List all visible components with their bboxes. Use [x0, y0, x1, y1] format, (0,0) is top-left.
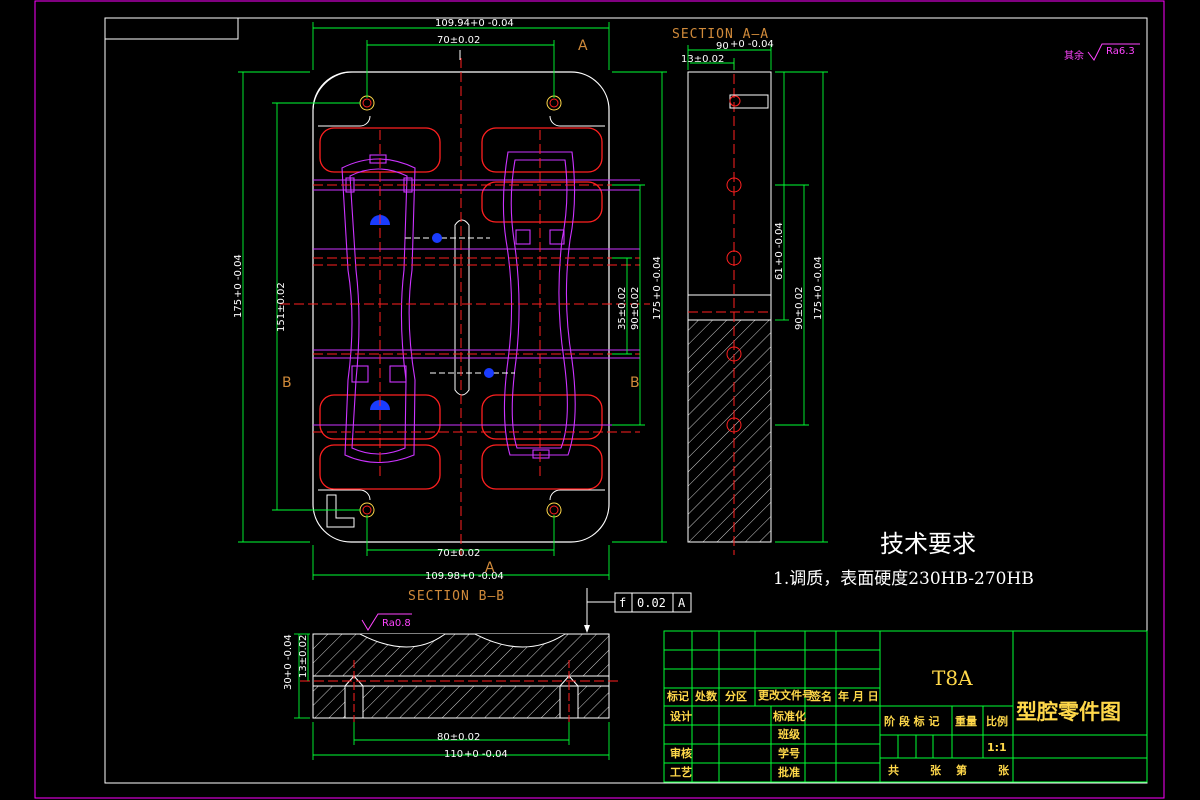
dim-top-width: 109.94 — [435, 18, 470, 29]
l-mark — [326, 494, 355, 528]
tb-sheet-no: 第 — [956, 763, 967, 777]
dim-right-90: 90±0.02 — [630, 287, 641, 330]
tb-stage-mark: 阶 段 标 记 — [884, 714, 940, 728]
gate-icon — [370, 215, 494, 410]
dim-aa-61: 61 — [774, 267, 785, 280]
label-b-left: B — [282, 375, 292, 391]
dim-bottom-70: 70±0.02 — [437, 548, 480, 559]
dim-aa-13: 13±0.02 — [681, 54, 724, 65]
label-a-bottom: A — [485, 560, 495, 576]
svg-text:Ra0.8: Ra0.8 — [382, 618, 411, 629]
dim-bb-30-tol: +0 -0.04 — [283, 634, 294, 678]
tb-weight: 重量 — [955, 714, 977, 728]
dim-aa-90-tol: +0 -0.04 — [730, 39, 774, 50]
plan-dimensions — [238, 22, 667, 580]
dim-aa-61-tol: +0 -0.04 — [774, 222, 785, 266]
dim-bb-110-tol: +0 -0.04 — [464, 749, 508, 760]
dim-bb-30: 30 — [283, 677, 294, 690]
dim-top-width-tol: +0 -0.04 — [470, 18, 514, 29]
dim-bb-13: 13±0.02 — [298, 635, 309, 678]
dim-right-175-tol: +0 -0.04 — [652, 256, 663, 300]
dim-top-70: 70±0.02 — [437, 35, 480, 46]
svg-text:其余: 其余 — [1064, 49, 1084, 62]
tech-req-title: 技术要求 — [880, 530, 976, 558]
tb-mark: 标记 — [666, 689, 689, 703]
roughness-symbol: 其余 Ra6.3 — [1064, 43, 1140, 62]
tb-approve: 批准 — [778, 765, 800, 779]
runner — [454, 219, 470, 396]
cad-drawing: 109.94 +0 -0.04 70±0.02 70±0.02 109.98 +… — [34, 0, 1165, 799]
dim-aa-90b: 90±0.02 — [794, 287, 805, 330]
dim-aa-175: 175 — [813, 301, 824, 320]
dim-aa-90: 90 — [716, 41, 729, 52]
part-cavity-right — [502, 151, 576, 459]
material: T8A — [932, 666, 973, 690]
dim-bottom-width-tol: +0 -0.04 — [460, 571, 504, 582]
plan-view — [280, 50, 650, 555]
section-bb-view: Ra0.8 — [300, 613, 620, 722]
label-b-right: B — [630, 375, 640, 391]
svg-text:A: A — [678, 596, 686, 610]
tb-sign: 签名 — [809, 689, 832, 703]
tb-design: 设计 — [670, 709, 692, 723]
tb-total: 共 — [888, 763, 899, 777]
tb-count: 处数 — [694, 689, 718, 703]
tech-req-line1: 1.调质，表面硬度230HB-270HB — [773, 569, 1034, 589]
tb-process: 工艺 — [670, 765, 692, 779]
tb-sheets: 张 — [930, 763, 942, 777]
tb-class: 班级 — [778, 727, 801, 741]
section-bb-title: SECTION B—B — [408, 589, 505, 604]
tb-zone: 分区 — [725, 689, 747, 703]
dim-bb-80: 80±0.02 — [437, 732, 480, 743]
dim-bb-110: 110 — [444, 749, 463, 760]
flatness-frame: f 0.02 A — [584, 588, 692, 633]
dim-right-35: 35±0.02 — [617, 287, 628, 330]
dim-left-175: 175 — [233, 299, 244, 318]
dim-left-175-tol: +0 -0.04 — [233, 254, 244, 298]
tb-date: 年 月 日 — [838, 689, 879, 703]
label-a-top: A — [578, 38, 588, 54]
tb-change-doc: 更改文件号 — [758, 688, 813, 702]
drawing-name: 型腔零件图 — [1016, 700, 1121, 724]
dim-aa-175-tol: +0 -0.04 — [813, 256, 824, 300]
tb-review: 审核 — [670, 746, 692, 760]
tb-standardize: 标准化 — [772, 709, 806, 723]
tb-scale: 1:1 — [987, 741, 1007, 754]
section-aa-view — [687, 60, 772, 555]
tb-sheet-unit: 张 — [998, 763, 1010, 777]
tb-student-no: 学号 — [778, 746, 800, 760]
dim-left-151: 151±0.02 — [276, 282, 287, 332]
dim-right-175: 175 — [652, 301, 663, 320]
tb-ratio: 比例 — [986, 714, 1008, 728]
code-box — [104, 17, 239, 40]
svg-text:f: f — [619, 596, 626, 610]
dim-bottom-width: 109.98 — [425, 571, 460, 582]
svg-text:Ra6.3: Ra6.3 — [1106, 46, 1135, 57]
svg-text:0.02: 0.02 — [637, 596, 666, 610]
inner-frame — [104, 17, 1148, 784]
part-cavity-left — [341, 154, 416, 463]
